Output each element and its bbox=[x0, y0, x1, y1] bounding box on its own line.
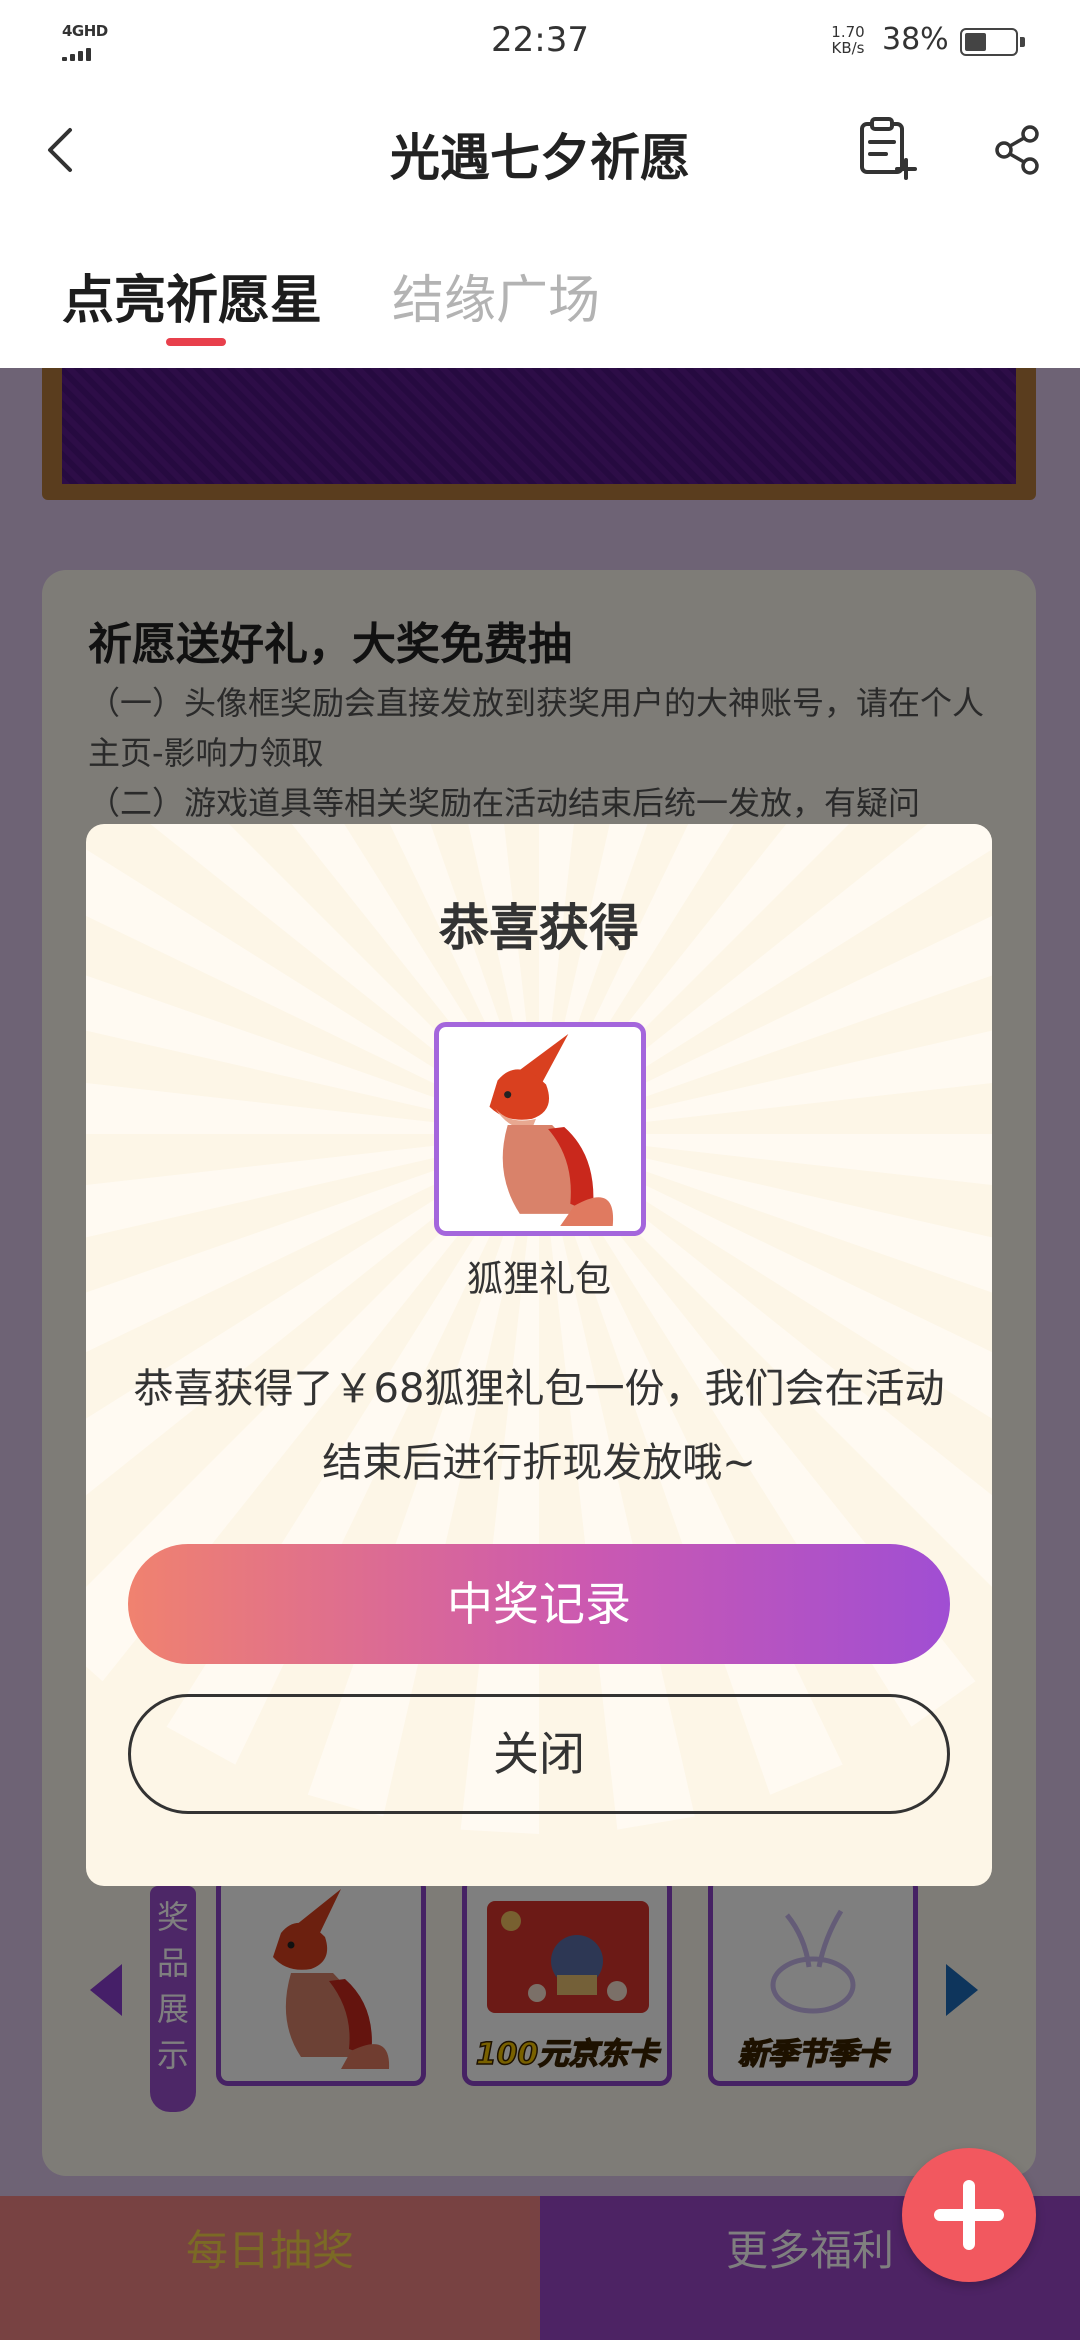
prize-modal: 恭喜获得 狐狸礼包 恭喜获得了￥68狐狸礼包一份，我们会在活动结束后进行折现发放… bbox=[86, 824, 992, 1886]
tab-match-square[interactable]: 结缘广场 bbox=[392, 258, 600, 333]
prize-name: 狐狸礼包 bbox=[466, 1259, 611, 1300]
fox-icon bbox=[489, 1034, 614, 1226]
plus-icon bbox=[934, 2180, 1004, 2250]
battery-percent: 38% bbox=[882, 22, 949, 57]
add-button[interactable] bbox=[902, 2148, 1036, 2282]
close-button[interactable]: 关闭 bbox=[128, 1694, 950, 1814]
network-speed: 1.70 KB/s bbox=[831, 23, 865, 57]
status-bar: 4GHD 22:37 1.70 KB/s 38% bbox=[0, 0, 1080, 80]
header: 光遇七夕祈愿 bbox=[0, 80, 1080, 220]
modal-message: 恭喜获得了￥68狐狸礼包一份，我们会在活动结束后进行折现发放哦~ bbox=[133, 1366, 945, 1486]
tab-bar: 点亮祈愿星 结缘广场 bbox=[0, 220, 1080, 368]
prize-image bbox=[434, 1022, 646, 1236]
win-record-button[interactable]: 中奖记录 bbox=[128, 1544, 950, 1664]
active-tab-indicator bbox=[166, 338, 226, 346]
modal-title: 恭喜获得 bbox=[439, 899, 639, 957]
battery-icon bbox=[960, 28, 1025, 56]
share-icon[interactable] bbox=[990, 122, 1046, 178]
tab-light-wish-star[interactable]: 点亮祈愿星 bbox=[62, 258, 322, 333]
note-add-icon[interactable] bbox=[856, 116, 922, 182]
